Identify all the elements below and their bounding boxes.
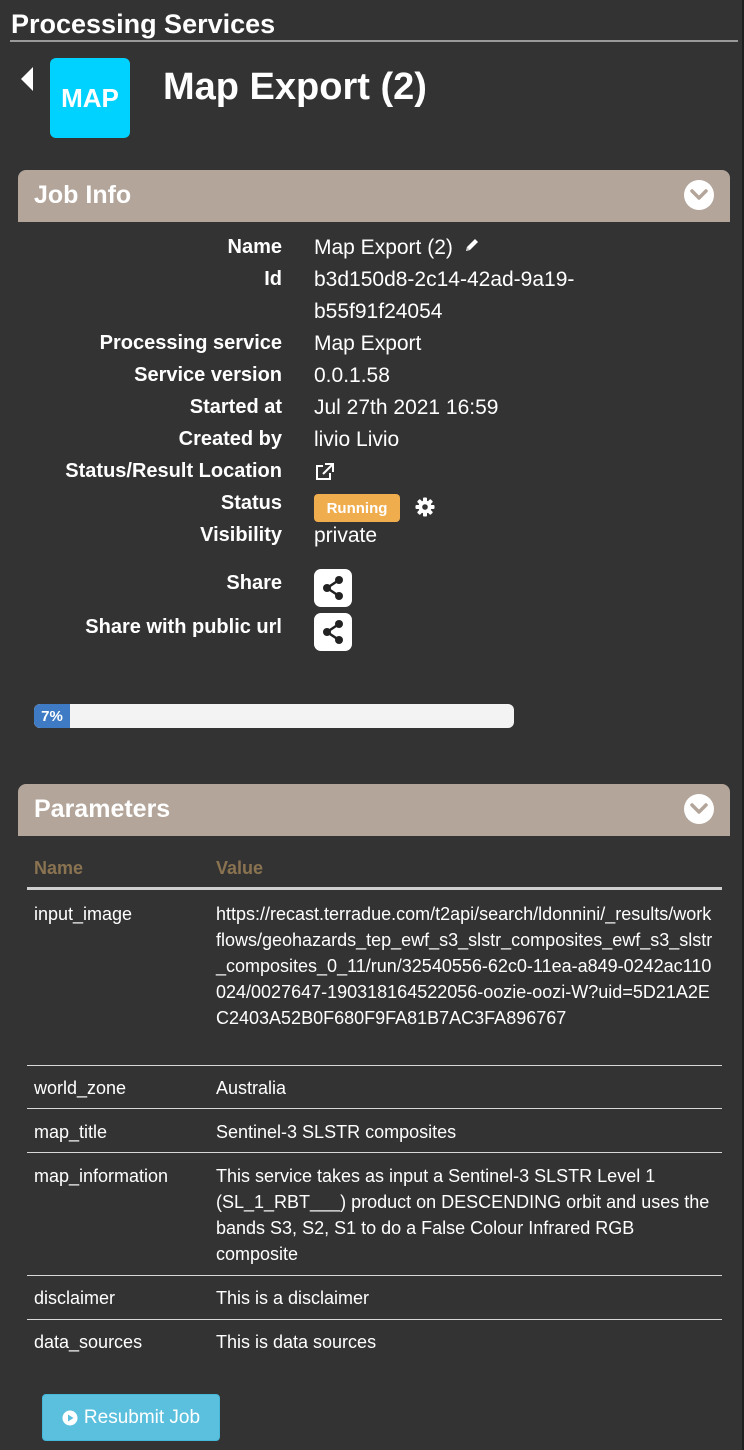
external-link-icon[interactable] bbox=[314, 462, 336, 488]
share-label: Share bbox=[226, 572, 282, 594]
param-value-map-information: This service takes as input a Sentinel-3… bbox=[216, 1166, 710, 1264]
job-id-row: Id b3d150d8-2c14-42ad-9a19- bbox=[0, 268, 744, 300]
share-button[interactable] bbox=[314, 569, 352, 607]
param-value-disclaimer: This is a disclaimer bbox=[216, 1288, 370, 1308]
table-row-divider bbox=[27, 1152, 722, 1153]
share-icon bbox=[323, 576, 343, 600]
visibility-row: Visibility private bbox=[0, 524, 744, 556]
status-label: Status bbox=[220, 492, 282, 514]
status-badge: Running bbox=[314, 494, 400, 522]
share-public-label: Share with public url bbox=[85, 616, 282, 638]
progress-fill: 7% bbox=[34, 704, 70, 728]
param-value-world-zone: Australia bbox=[216, 1078, 287, 1098]
visibility-label: Visibility bbox=[200, 524, 282, 546]
chevron-down-icon[interactable] bbox=[684, 794, 714, 824]
service-version-label: Service version bbox=[134, 364, 282, 386]
job-info-title: Job Info bbox=[34, 181, 132, 209]
started-at-row: Started at Jul 27th 2021 16:59 bbox=[0, 396, 744, 428]
processing-services-panel: Processing Services MAP Map Export (2) J… bbox=[0, 0, 744, 1450]
parameters-header[interactable]: Parameters bbox=[18, 784, 730, 836]
param-value-input-image: https://recast.terradue.com/t2api/search… bbox=[216, 904, 713, 1028]
resubmit-job-label: Resubmit Job bbox=[83, 1406, 201, 1428]
table-row-divider bbox=[27, 1275, 722, 1276]
name-text: Map Export (2) bbox=[314, 236, 453, 259]
job-title: Map Export (2) bbox=[163, 66, 427, 108]
parameters-title: Parameters bbox=[34, 795, 171, 823]
id-label: Id bbox=[264, 268, 282, 290]
job-info-header[interactable]: Job Info bbox=[18, 170, 730, 222]
resubmit-job-button[interactable]: Resubmit Job bbox=[42, 1394, 220, 1441]
progress-bar: 7% bbox=[34, 704, 514, 728]
id-value-line2: b55f91f24054 bbox=[314, 300, 443, 323]
name-label: Name bbox=[227, 236, 282, 258]
started-at-label: Started at bbox=[189, 396, 282, 418]
processing-service-label: Processing service bbox=[99, 332, 282, 354]
table-row-divider bbox=[27, 1065, 722, 1066]
title-divider bbox=[10, 40, 738, 42]
table-header-divider bbox=[27, 887, 722, 890]
service-logo-text: MAP bbox=[61, 82, 119, 113]
progress-label: 7% bbox=[41, 707, 63, 725]
table-row-divider bbox=[27, 1108, 722, 1109]
column-header-value: Value bbox=[216, 858, 264, 878]
table-row-divider bbox=[27, 1319, 722, 1320]
job-name-row: Name Map Export (2) bbox=[0, 236, 744, 268]
share-public-url-button[interactable] bbox=[314, 613, 352, 651]
column-header-name: Name bbox=[34, 858, 84, 878]
service-version-row: Service version 0.0.1.58 bbox=[0, 364, 744, 396]
status-location-label: Status/Result Location bbox=[65, 460, 282, 482]
created-by-value: livio Livio bbox=[314, 428, 400, 451]
status-location-row: Status/Result Location bbox=[0, 460, 744, 492]
param-value-map-title: Sentinel-3 SLSTR composites bbox=[216, 1122, 457, 1142]
created-by-label: Created by bbox=[178, 428, 282, 450]
param-value-data-sources: This is data sources bbox=[216, 1332, 377, 1352]
page-title: Processing Services bbox=[11, 9, 276, 39]
back-arrow-icon[interactable] bbox=[19, 66, 35, 92]
param-name-data-sources: data_sources bbox=[34, 1332, 143, 1352]
processing-service-row: Processing service Map Export bbox=[0, 332, 744, 364]
share-public-row: Share with public url bbox=[0, 616, 744, 648]
play-circle-icon bbox=[62, 1410, 78, 1425]
created-by-row: Created by livio Livio bbox=[0, 428, 744, 460]
job-id-row-cont: b55f91f24054 bbox=[0, 300, 744, 332]
param-name-world-zone: world_zone bbox=[34, 1078, 127, 1098]
chevron-down-icon[interactable] bbox=[684, 180, 714, 210]
param-name-input-image: input_image bbox=[34, 904, 133, 924]
share-icon bbox=[323, 620, 343, 644]
service-logo: MAP bbox=[50, 58, 130, 138]
gear-icon[interactable] bbox=[414, 496, 436, 518]
id-value-line1: b3d150d8-2c14-42ad-9a19- bbox=[314, 268, 575, 291]
service-version-value: 0.0.1.58 bbox=[314, 364, 390, 387]
param-name-map-information: map_information bbox=[34, 1166, 169, 1186]
share-row: Share bbox=[0, 572, 744, 604]
param-name-disclaimer: disclaimer bbox=[34, 1288, 116, 1308]
processing-service-value: Map Export bbox=[314, 332, 422, 355]
pencil-icon[interactable] bbox=[463, 236, 481, 260]
visibility-value: private bbox=[314, 524, 378, 547]
name-value: Map Export (2) bbox=[314, 236, 481, 260]
started-at-value: Jul 27th 2021 16:59 bbox=[314, 396, 499, 419]
param-name-map-title: map_title bbox=[34, 1122, 108, 1142]
